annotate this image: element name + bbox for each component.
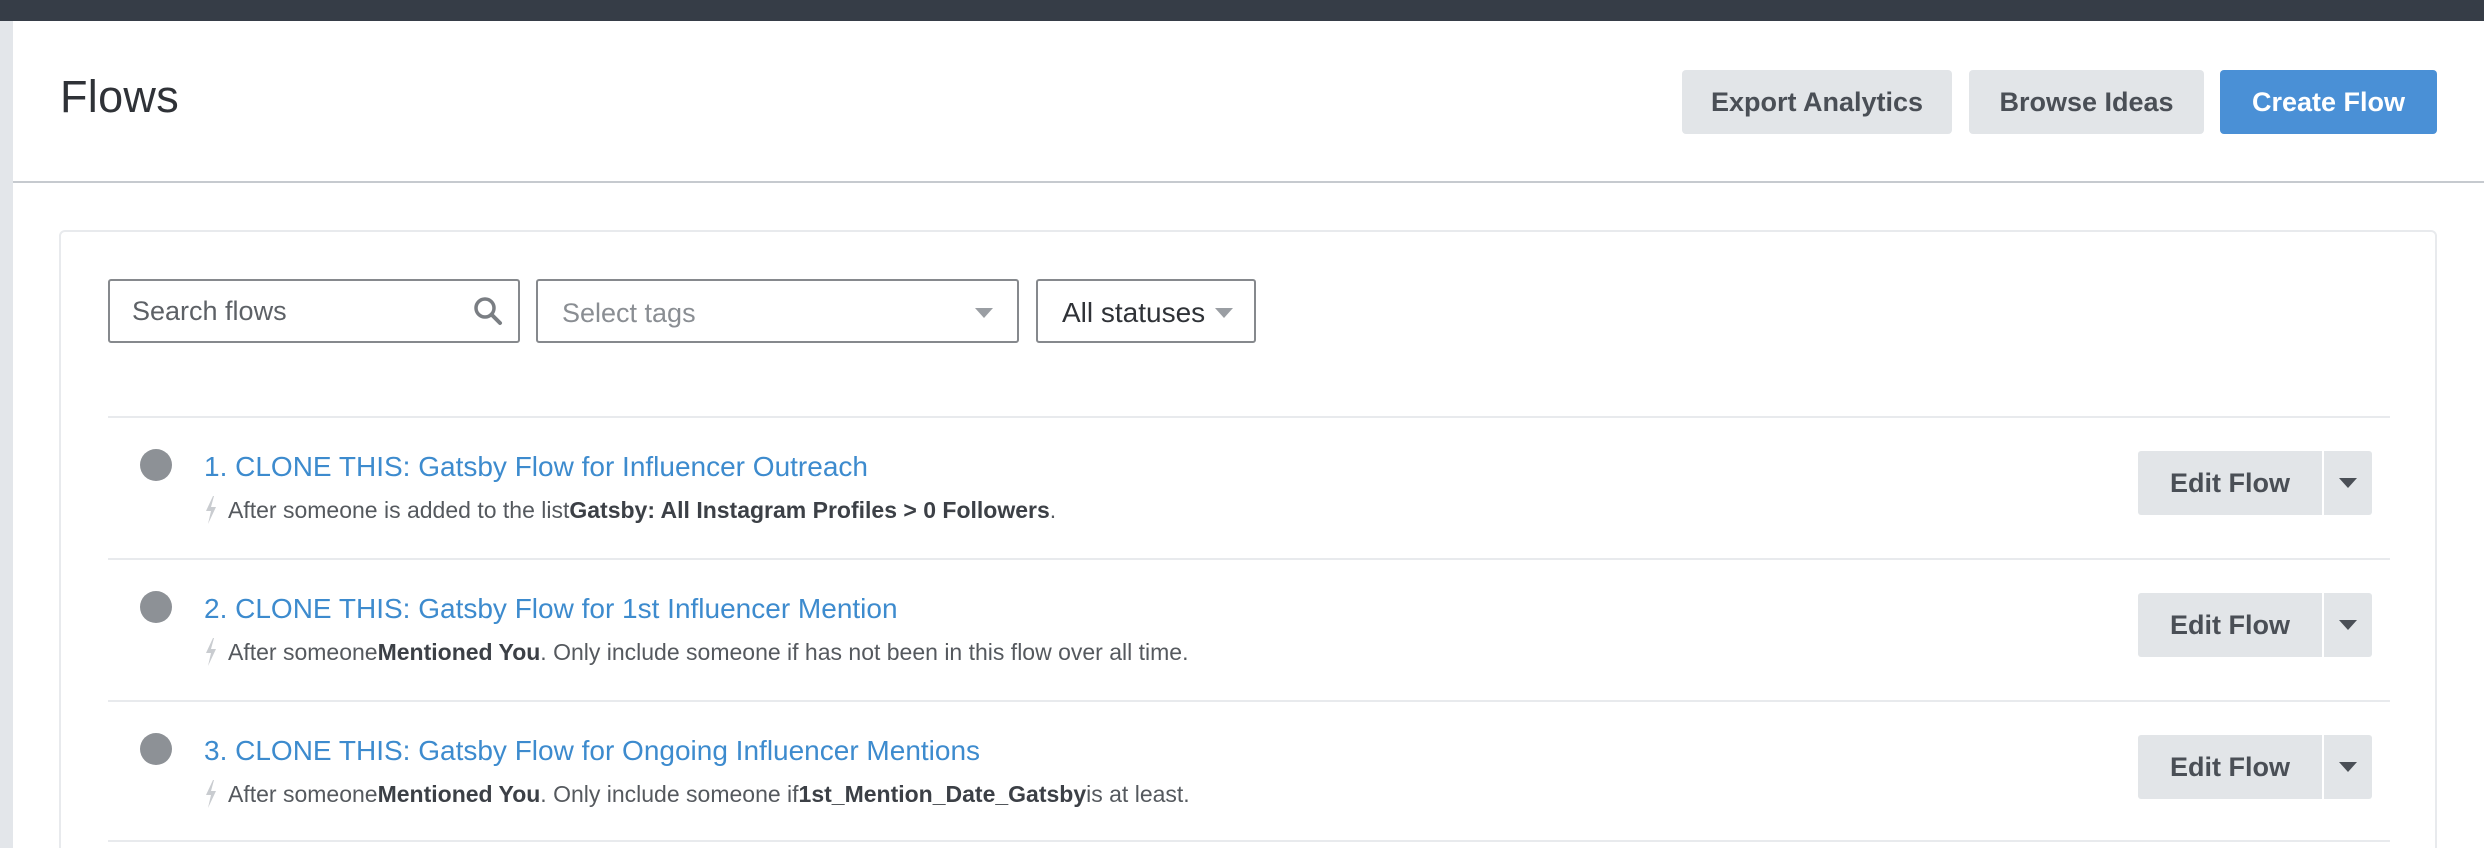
edit-flow-button[interactable]: Edit Flow xyxy=(2138,451,2322,515)
lightning-bolt-icon xyxy=(206,780,216,808)
create-flow-button[interactable]: Create Flow xyxy=(2220,70,2437,134)
search-input[interactable] xyxy=(132,281,462,341)
trigger-text: After someone xyxy=(228,638,378,665)
flow-row: 2. CLONE THIS: Gatsby Flow for 1st Influ… xyxy=(108,558,2390,700)
flow-actions-dropdown[interactable] xyxy=(2324,735,2372,799)
lightning-bolt-icon xyxy=(206,638,216,666)
status-select[interactable]: All statuses xyxy=(1036,279,1256,343)
flow-trigger-description: After someone Mentioned You . Only inclu… xyxy=(204,780,1190,808)
page-title: Flows xyxy=(60,71,180,122)
status-select-value: All statuses xyxy=(1062,297,1206,328)
trigger-text: . Only include someone if has not been i… xyxy=(540,638,1189,665)
flow-trigger-description: After someone is added to the list Gatsb… xyxy=(204,496,1056,524)
caret-down-icon xyxy=(2339,478,2357,488)
search-icon[interactable] xyxy=(472,295,504,327)
trigger-emphasis: Mentioned You xyxy=(377,638,541,665)
edit-flow-button[interactable]: Edit Flow xyxy=(2138,593,2322,657)
export-analytics-button[interactable]: Export Analytics xyxy=(1682,70,1952,134)
flow-trigger-description: After someone Mentioned You . Only inclu… xyxy=(204,638,1188,666)
trigger-text: After someone xyxy=(228,780,378,807)
flow-title-link[interactable]: 2. CLONE THIS: Gatsby Flow for 1st Influ… xyxy=(204,593,898,625)
flow-actions-dropdown[interactable] xyxy=(2324,593,2372,657)
trigger-emphasis: Gatsby: All Instagram Profiles > 0 Follo… xyxy=(569,496,1050,523)
caret-down-icon xyxy=(2339,620,2357,630)
flow-title-link[interactable]: 3. CLONE THIS: Gatsby Flow for Ongoing I… xyxy=(204,735,980,767)
top-nav-bar xyxy=(0,0,2484,21)
content-area: Select tags All statuses 1. CLONE THIS: … xyxy=(13,183,2484,848)
trigger-emphasis: Mentioned You xyxy=(377,780,541,807)
status-dot xyxy=(140,733,172,765)
page-header: Flows Export Analytics Browse Ideas Crea… xyxy=(13,21,2484,183)
edit-flow-button[interactable]: Edit Flow xyxy=(2138,735,2322,799)
trigger-text: . Only include someone if xyxy=(540,780,799,807)
tags-placeholder: Select tags xyxy=(562,298,696,328)
trigger-text: is at least. xyxy=(1086,780,1190,807)
trigger-text: After someone is added to the list xyxy=(228,496,570,523)
flow-row: 3. CLONE THIS: Gatsby Flow for Ongoing I… xyxy=(108,700,2390,842)
tags-select[interactable]: Select tags xyxy=(536,279,1019,343)
flow-row: 1. CLONE THIS: Gatsby Flow for Influence… xyxy=(108,416,2390,558)
caret-down-icon xyxy=(2339,762,2357,772)
flow-title-link[interactable]: 1. CLONE THIS: Gatsby Flow for Influence… xyxy=(204,451,868,483)
trigger-emphasis: 1st_Mention_Date_Gatsby xyxy=(798,780,1087,807)
status-dot xyxy=(140,591,172,623)
left-rail xyxy=(0,21,13,848)
lightning-bolt-icon xyxy=(206,496,216,524)
chevron-down-icon xyxy=(975,308,993,318)
chevron-down-icon xyxy=(1215,308,1233,318)
browse-ideas-button[interactable]: Browse Ideas xyxy=(1969,70,2204,134)
status-dot xyxy=(140,449,172,481)
flow-actions-dropdown[interactable] xyxy=(2324,451,2372,515)
search-field[interactable] xyxy=(108,279,520,343)
trigger-text: . xyxy=(1049,496,1057,523)
